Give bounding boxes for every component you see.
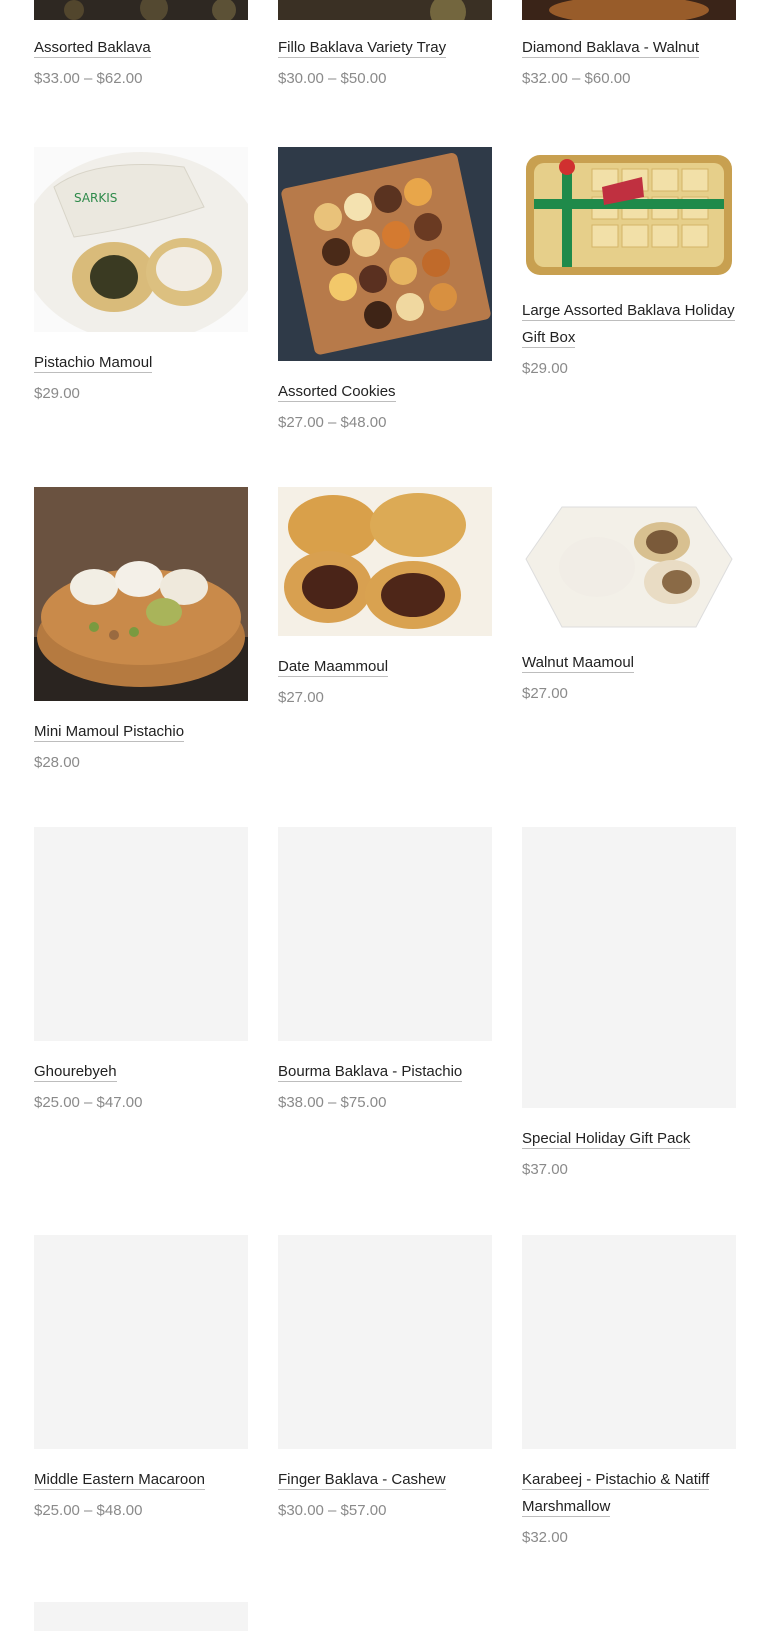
product-image-placeholder[interactable] <box>34 827 248 1041</box>
product-card[interactable]: Large Assorted Baklava Holiday Gift Box … <box>522 147 736 379</box>
product-price: $27.00 <box>278 689 324 706</box>
product-card[interactable]: Mini Mamoul Pistachio $28.00 <box>34 487 248 773</box>
product-image-placeholder[interactable] <box>278 1235 492 1449</box>
product-image[interactable] <box>522 147 736 280</box>
product-card[interactable]: Assorted Baklava $33.00 – $62.00 <box>34 0 248 89</box>
product-price: $25.00 – $48.00 <box>34 1502 143 1519</box>
product-card[interactable]: Karabeej - Pistachio & Natiff Marshmallo… <box>522 1235 736 1548</box>
product-title-link[interactable]: Karabeej - Pistachio & Natiff Marshmallo… <box>522 1466 736 1520</box>
product-price: $32.00 – $60.00 <box>522 70 631 87</box>
product-title-link[interactable]: Pistachio Mamoul <box>34 349 153 376</box>
product-card[interactable]: Date Maammoul $27.00 <box>278 487 492 708</box>
product-card[interactable]: Fillo Baklava Variety Tray $30.00 – $50.… <box>278 0 492 89</box>
product-card[interactable]: Assorted Cookies $27.00 – $48.00 <box>278 147 492 433</box>
product-price: $29.00 <box>522 360 568 377</box>
product-image-placeholder[interactable] <box>522 827 736 1108</box>
product-title-link[interactable]: Mini Mamoul Pistachio <box>34 718 185 745</box>
product-title-link[interactable]: Assorted Cookies <box>278 378 396 405</box>
product-image[interactable] <box>522 487 736 632</box>
product-price: $32.00 <box>522 1529 568 1546</box>
product-title-link[interactable]: Fillo Baklava Variety Tray <box>278 34 447 61</box>
product-price: $25.00 – $47.00 <box>34 1094 143 1111</box>
product-image[interactable] <box>278 147 492 361</box>
product-card[interactable]: Middle Eastern Macaroon $25.00 – $48.00 <box>34 1235 248 1521</box>
product-title-link[interactable]: Walnut Maamoul <box>522 649 634 676</box>
product-price: $33.00 – $62.00 <box>34 70 143 87</box>
product-card[interactable]: SARKIS Pistachio Mamoul $29.00 <box>34 147 248 404</box>
product-title-link[interactable]: Finger Baklava - Cashew <box>278 1466 446 1493</box>
product-card[interactable]: Finger Baklava - Cashew $30.00 – $57.00 <box>278 1235 492 1521</box>
product-price: $27.00 – $48.00 <box>278 414 387 431</box>
product-image-placeholder[interactable] <box>522 1235 736 1449</box>
product-title-link[interactable]: Special Holiday Gift Pack <box>522 1125 691 1152</box>
product-card[interactable]: Walnut Maamoul $27.00 <box>522 487 736 704</box>
product-price: $37.00 <box>522 1161 568 1178</box>
product-image[interactable] <box>278 0 492 20</box>
product-price: $30.00 – $57.00 <box>278 1502 387 1519</box>
product-price: $28.00 <box>34 754 80 771</box>
product-title-link[interactable]: Date Maammoul <box>278 653 389 680</box>
product-image[interactable] <box>522 0 736 20</box>
product-title-link[interactable]: Middle Eastern Macaroon <box>34 1466 205 1493</box>
product-image[interactable]: SARKIS <box>34 147 248 332</box>
svg-text:SARKIS: SARKIS <box>74 191 117 205</box>
product-card[interactable]: Ghourebyeh $25.00 – $47.00 <box>34 827 248 1113</box>
product-image-placeholder[interactable] <box>34 1235 248 1449</box>
product-image-placeholder[interactable] <box>278 827 492 1041</box>
product-card[interactable]: Bourma Baklava - Pistachio $38.00 – $75.… <box>278 827 492 1113</box>
product-image[interactable] <box>278 487 492 636</box>
product-card[interactable]: Special Holiday Gift Pack $37.00 <box>522 827 736 1180</box>
product-price: $38.00 – $75.00 <box>278 1094 387 1111</box>
product-image-placeholder[interactable] <box>34 1602 248 1631</box>
product-image[interactable] <box>34 0 248 20</box>
product-price: $29.00 <box>34 385 80 402</box>
product-title-link[interactable]: Large Assorted Baklava Holiday Gift Box <box>522 297 736 351</box>
product-title-link[interactable]: Ghourebyeh <box>34 1058 117 1085</box>
product-price: $30.00 – $50.00 <box>278 70 387 87</box>
product-card[interactable] <box>34 1602 248 1631</box>
product-price: $27.00 <box>522 685 568 702</box>
product-title-link[interactable]: Assorted Baklava <box>34 34 151 61</box>
product-title-link[interactable]: Bourma Baklava - Pistachio <box>278 1058 463 1085</box>
product-image[interactable] <box>34 487 248 701</box>
product-title-link[interactable]: Diamond Baklava - Walnut <box>522 34 700 61</box>
product-card[interactable]: Diamond Baklava - Walnut $32.00 – $60.00 <box>522 0 736 89</box>
